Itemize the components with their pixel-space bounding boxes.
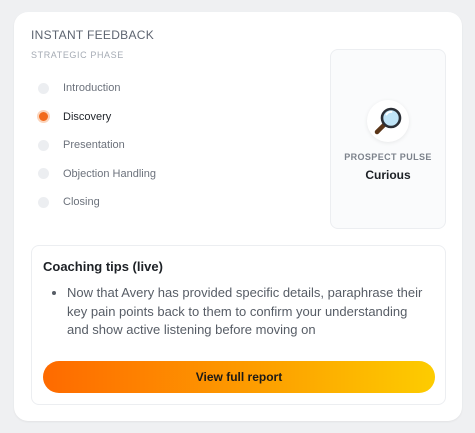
phase-item-closing[interactable]: Closing (31, 188, 311, 217)
instant-feedback-card: INSTANT FEEDBACK STRATEGIC PHASE Introdu… (14, 12, 462, 421)
phase-item-label: Closing (63, 196, 100, 209)
phase-list: Introduction Discovery Presentation Obje… (31, 74, 311, 217)
magnifying-glass-icon (367, 100, 409, 142)
phase-dot (38, 139, 49, 151)
coaching-tips-list: Now that Avery has provided specific det… (52, 284, 427, 340)
view-full-report-button[interactable]: View full report (43, 361, 435, 393)
phase-dot (38, 82, 49, 94)
phase-item-objection-handling[interactable]: Objection Handling (31, 160, 311, 189)
phase-item-label: Objection Handling (63, 167, 156, 180)
section-title: INSTANT FEEDBACK (31, 28, 155, 42)
phase-item-presentation[interactable]: Presentation (31, 131, 311, 160)
phase-item-label: Presentation (63, 139, 125, 152)
phase-item-discovery[interactable]: Discovery (31, 103, 311, 132)
prospect-pulse-panel: PROSPECT PULSE Curious (330, 49, 446, 229)
pulse-value: Curious (365, 168, 411, 182)
pulse-label: PROSPECT PULSE (344, 152, 432, 162)
phase-label: STRATEGIC PHASE (31, 50, 124, 60)
coaching-tips-title: Coaching tips (live) (43, 259, 163, 274)
phase-dot (38, 168, 49, 180)
phase-dot (38, 196, 49, 208)
coaching-tips-panel: Coaching tips (live) Now that Avery has … (31, 245, 446, 405)
coaching-tip: Now that Avery has provided specific det… (52, 284, 427, 340)
phase-item-introduction[interactable]: Introduction (31, 74, 311, 103)
phase-item-label: Introduction (63, 82, 121, 95)
phase-item-label: Discovery (63, 110, 112, 123)
phase-dot-active (37, 110, 50, 124)
